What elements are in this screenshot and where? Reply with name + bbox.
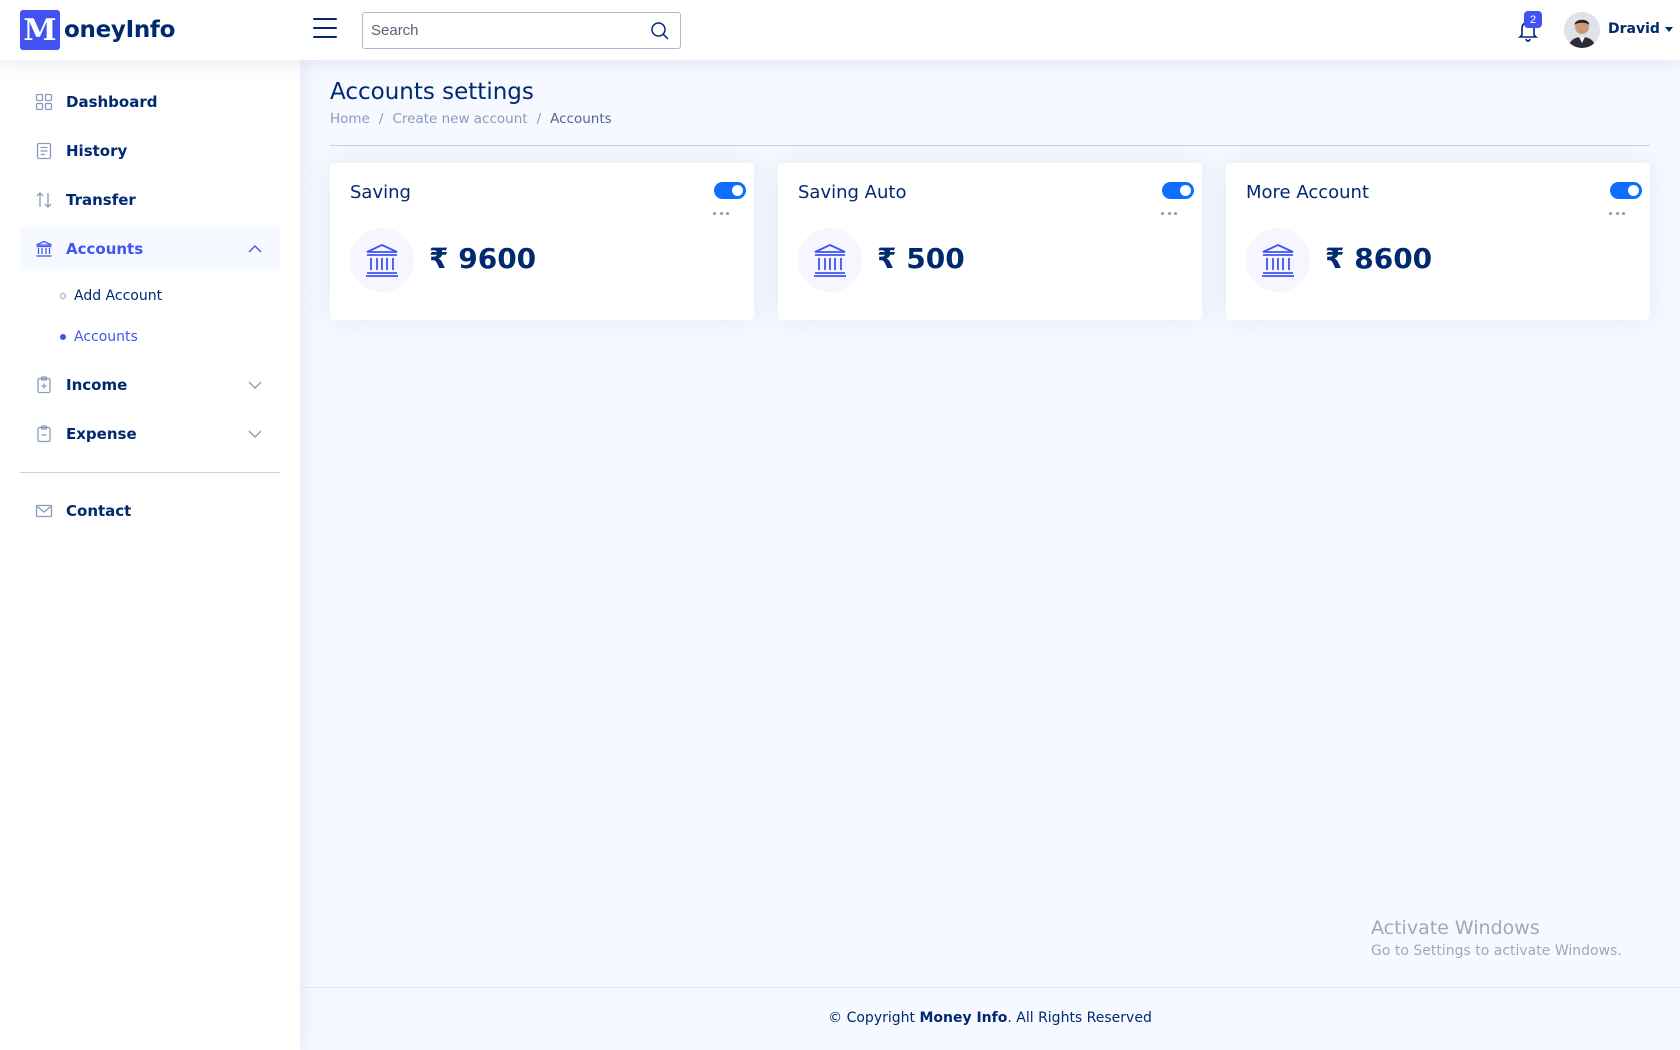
clipboard-minus-icon xyxy=(37,425,51,443)
bank-icon-circle xyxy=(1246,228,1310,292)
chevron-down-icon xyxy=(248,430,262,438)
search-icon[interactable] xyxy=(650,21,670,41)
sidebar-item-expense[interactable]: Expense xyxy=(20,412,280,456)
account-toggle-switch[interactable] xyxy=(1162,182,1194,199)
breadcrumb-separator: / xyxy=(378,111,384,127)
sidebar-item-label: Contact xyxy=(66,502,132,520)
top-header: M oneyInfo 2 Dravid xyxy=(0,0,1680,60)
more-options-icon[interactable] xyxy=(713,209,729,217)
watermark-subtitle: Go to Settings to activate Windows. xyxy=(1371,943,1622,959)
search-input[interactable] xyxy=(363,22,638,39)
sidebar-item-transfer[interactable]: Transfer xyxy=(20,178,280,222)
sidebar-subitem-add-account[interactable]: Add Account xyxy=(60,285,162,307)
sidebar-item-label: Transfer xyxy=(66,191,136,209)
sidebar-item-contact[interactable]: Contact xyxy=(20,489,280,533)
sidebar-subitem-label: Add Account xyxy=(74,288,163,304)
sidebar-subitem-accounts[interactable]: Accounts xyxy=(60,326,138,348)
sidebar-item-income[interactable]: Income xyxy=(20,363,280,407)
logo-text: oneyInfo xyxy=(64,17,176,43)
sidebar-item-label: Expense xyxy=(66,425,137,443)
bank-icon-circle xyxy=(350,228,414,292)
footer-divider xyxy=(300,987,1680,988)
sidebar-divider xyxy=(20,472,280,473)
content-divider xyxy=(330,145,1650,146)
breadcrumb-home[interactable]: Home xyxy=(330,111,370,127)
sidebar-item-label: History xyxy=(66,142,128,160)
breadcrumb: Home / Create new account / Accounts xyxy=(330,111,612,127)
menu-bar xyxy=(313,36,337,38)
account-card-title: Saving xyxy=(350,182,411,203)
menu-toggle-button[interactable] xyxy=(313,18,337,42)
watermark-title: Activate Windows xyxy=(1371,917,1540,939)
account-toggle-switch[interactable] xyxy=(714,182,746,199)
avatar-image xyxy=(1564,12,1600,48)
sidebar-item-dashboard[interactable]: Dashboard xyxy=(20,80,280,124)
footer-suffix: . All Rights Reserved xyxy=(1007,1010,1152,1026)
sidebar-item-accounts[interactable]: Accounts xyxy=(20,227,280,271)
bank-icon-circle xyxy=(798,228,862,292)
account-balance: ₹ 8600 xyxy=(1325,242,1433,275)
bank-icon xyxy=(36,240,52,257)
account-card: Saving Auto ₹ 500 xyxy=(778,163,1202,320)
footer-brand: Money Info xyxy=(919,1010,1008,1026)
arrows-up-down-icon xyxy=(36,192,52,208)
caret-down-icon xyxy=(1664,26,1673,32)
account-card-title: Saving Auto xyxy=(798,182,907,203)
bank-icon xyxy=(1262,244,1294,277)
sidebar-item-label: Accounts xyxy=(66,240,144,258)
avatar[interactable] xyxy=(1564,12,1600,48)
envelope-icon xyxy=(35,504,53,518)
user-menu[interactable]: Dravid xyxy=(1608,21,1673,37)
windows-activation-watermark: Activate Windows Go to Settings to activ… xyxy=(1371,917,1622,959)
sidebar: Dashboard History Transfer Accounts Add … xyxy=(0,60,300,1050)
circle-icon xyxy=(60,293,66,299)
logo-mark: M xyxy=(20,10,60,50)
breadcrumb-create-account[interactable]: Create new account xyxy=(392,111,527,127)
grid-icon xyxy=(35,93,53,111)
footer: © Copyright Money Info. All Rights Reser… xyxy=(300,1010,1680,1026)
footer-prefix: © Copyright xyxy=(828,1010,920,1026)
search-bar xyxy=(362,12,681,49)
account-toggle-switch[interactable] xyxy=(1610,182,1642,199)
bank-icon xyxy=(366,244,398,277)
breadcrumb-current: Accounts xyxy=(550,111,612,127)
circle-icon xyxy=(60,334,66,340)
breadcrumb-separator: / xyxy=(536,111,542,127)
account-balance: ₹ 9600 xyxy=(429,242,537,275)
notification-badge: 2 xyxy=(1524,11,1542,28)
sidebar-item-label: Income xyxy=(66,376,128,394)
logo[interactable]: M oneyInfo xyxy=(20,10,175,50)
bank-icon xyxy=(814,244,846,277)
sidebar-item-history[interactable]: History xyxy=(20,129,280,173)
chevron-up-icon xyxy=(248,245,262,253)
account-card: More Account ₹ 8600 xyxy=(1226,163,1650,320)
sidebar-subitem-label: Accounts xyxy=(74,329,138,345)
account-card-title: More Account xyxy=(1246,182,1370,203)
user-name: Dravid xyxy=(1608,21,1660,37)
page-title: Accounts settings xyxy=(330,79,534,105)
sidebar-item-label: Dashboard xyxy=(66,93,158,111)
clipboard-plus-icon xyxy=(37,376,51,394)
account-card: Saving ₹ 9600 xyxy=(330,163,754,320)
more-options-icon[interactable] xyxy=(1609,209,1625,217)
document-list-icon xyxy=(36,142,52,160)
more-options-icon[interactable] xyxy=(1161,209,1177,217)
menu-bar xyxy=(313,27,337,29)
chevron-down-icon xyxy=(248,381,262,389)
menu-bar xyxy=(313,18,337,20)
account-balance: ₹ 500 xyxy=(877,242,965,275)
